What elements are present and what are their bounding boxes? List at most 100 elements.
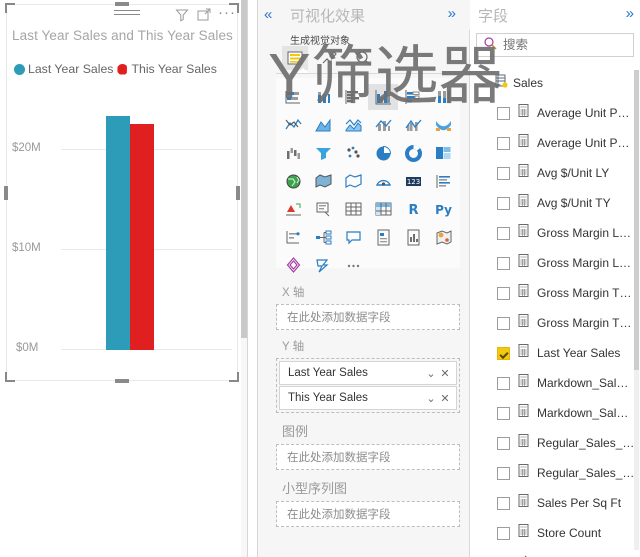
field-row[interactable]: Avg $/Unit TY (470, 188, 640, 218)
resize-handle-top[interactable] (115, 2, 129, 6)
remove-field-icon[interactable]: ✕ (438, 367, 452, 380)
tab-analytics[interactable] (350, 46, 376, 70)
resize-handle-bottom-right[interactable] (229, 372, 239, 382)
field-row[interactable]: Markdown_Sal… (470, 368, 640, 398)
field-checkbox[interactable] (497, 316, 510, 330)
gallery-item-smart-narrative[interactable] (368, 224, 398, 250)
gallery-item-100-percent-stacked-bar-chart[interactable] (398, 84, 428, 110)
resize-handle-top-right[interactable] (229, 3, 239, 13)
field-row[interactable]: Markdown_Sal… (470, 398, 640, 428)
expand-pane-icon[interactable]: » (448, 5, 456, 22)
field-row[interactable]: Gross Margin L… (470, 218, 640, 248)
gallery-item-ribbon-chart[interactable] (428, 112, 458, 138)
drag-handle-icon[interactable] (114, 10, 140, 18)
field-row[interactable]: Sales Per Sq Ft (470, 488, 640, 518)
gallery-item-line-and-clustered-column-chart[interactable] (398, 112, 428, 138)
gallery-item-qna[interactable] (338, 224, 368, 250)
gallery-item-power-automate-visual[interactable] (308, 252, 338, 278)
gallery-item-stacked-area-chart[interactable] (338, 112, 368, 138)
gallery-item-python-visual[interactable]: Py (428, 196, 458, 222)
legend-item-1[interactable]: This Year Sales (117, 62, 217, 76)
legend-item-0[interactable]: Last Year Sales (14, 62, 113, 76)
gallery-item-multi-row-card[interactable] (428, 168, 458, 194)
resize-handle-top-left[interactable] (5, 3, 15, 13)
gallery-item-power-apps-visual[interactable] (278, 252, 308, 278)
gallery-item-map[interactable] (278, 168, 308, 194)
gallery-item-card[interactable]: 123 (398, 168, 428, 194)
gallery-item-scatter-chart[interactable] (338, 140, 368, 166)
bar-chart-visual[interactable]: ··· Last Year Sales and This Year Sales … (4, 2, 240, 383)
gallery-item-stacked-bar-chart[interactable] (278, 84, 308, 110)
y-axis-field-last-year-sales[interactable]: Last Year Sales ⌄ ✕ (279, 361, 457, 385)
filter-icon[interactable] (174, 7, 190, 23)
field-row[interactable]: Avg $/Unit LY (470, 158, 640, 188)
well-dropzone-x-axis[interactable]: 在此处添加数据字段 (276, 304, 460, 330)
resize-handle-bottom[interactable] (115, 379, 129, 383)
gallery-item-line-chart[interactable] (278, 112, 308, 138)
field-row[interactable]: Gross Margin T… (470, 308, 640, 338)
field-row[interactable]: Last Year Sales (470, 338, 640, 368)
fields-expand-icon[interactable]: » (626, 5, 634, 22)
fields-vertical-scrollbar[interactable] (634, 70, 639, 550)
gallery-item-more-visuals[interactable] (338, 252, 368, 278)
search-box[interactable] (476, 33, 634, 57)
chart-legend[interactable]: Last Year Sales This Year Sales (14, 60, 217, 78)
gallery-item-arcgis-map[interactable] (428, 224, 458, 250)
field-checkbox[interactable] (497, 346, 510, 360)
visualizations-pane[interactable]: « 可视化效果 » 生成视觉对象 123 R Py X 轴 在此处添加数据字段 … (258, 0, 470, 557)
gallery-item-shape-map[interactable] (338, 168, 368, 194)
field-row[interactable]: ⌄This Year Sales (470, 548, 640, 557)
chevron-down-icon[interactable]: ⌄ (478, 77, 489, 90)
field-row-container[interactable]: Average Unit P… Average Unit P… Avg $/Unit… (470, 98, 640, 557)
resize-handle-left[interactable] (4, 186, 8, 200)
tab-format-visual[interactable] (316, 46, 342, 70)
field-checkbox[interactable] (497, 286, 510, 300)
field-row[interactable]: Regular_Sales_… (470, 458, 640, 488)
gallery-item-slicer[interactable] (308, 196, 338, 222)
bar-last-year-sales[interactable] (106, 116, 130, 350)
y-axis-field-this-year-sales[interactable]: This Year Sales ⌄ ✕ (279, 386, 457, 410)
chevron-down-icon[interactable]: ⌄ (424, 367, 438, 380)
chart-plot-area[interactable]: $20M $10M $0M (6, 100, 238, 362)
gallery-item-line-and-stacked-column-chart[interactable] (368, 112, 398, 138)
visual-type-gallery[interactable]: 123 R Py (276, 78, 460, 273)
gallery-item-100-percent-stacked-column-chart[interactable] (428, 84, 458, 110)
gallery-item-stacked-column-chart[interactable] (308, 84, 338, 110)
gallery-item-azure-map[interactable] (368, 168, 398, 194)
bar-this-year-sales[interactable] (130, 124, 154, 350)
search-input[interactable] (503, 38, 623, 52)
gallery-item-clustered-column-chart[interactable] (368, 84, 398, 110)
resize-handle-right[interactable] (236, 186, 240, 200)
gallery-item-filled-map[interactable] (308, 168, 338, 194)
gallery-item-funnel-chart[interactable] (308, 140, 338, 166)
gallery-item-treemap[interactable] (428, 140, 458, 166)
tab-build-visual[interactable] (282, 46, 308, 70)
well-dropzone-legend[interactable]: 在此处添加数据字段 (276, 444, 460, 470)
gallery-item-decomposition-tree[interactable] (308, 224, 338, 250)
field-row[interactable]: Regular_Sales_… (470, 428, 640, 458)
fields-pane[interactable]: 字段 » ⌄ Sa (470, 0, 640, 557)
field-checkbox[interactable] (497, 376, 510, 390)
field-checkbox[interactable] (497, 226, 510, 240)
gallery-item-pie-chart[interactable] (368, 140, 398, 166)
field-checkbox[interactable] (497, 106, 510, 120)
fields-scroll-thumb[interactable] (634, 70, 639, 370)
fields-tree[interactable]: ⌄ Sales Average Unit P… Average Unit P… Av… (470, 68, 640, 557)
focus-mode-icon[interactable] (196, 7, 212, 23)
field-checkbox[interactable] (497, 436, 510, 450)
gallery-item-donut-chart[interactable] (398, 140, 428, 166)
gallery-item-area-chart[interactable] (308, 112, 338, 138)
gallery-item-table[interactable] (338, 196, 368, 222)
field-checkbox[interactable] (497, 256, 510, 270)
gallery-item-key-influencers[interactable] (278, 224, 308, 250)
field-row[interactable]: Gross Margin L… (470, 248, 640, 278)
field-checkbox[interactable] (497, 496, 510, 510)
fields-table-sales[interactable]: ⌄ Sales (470, 68, 640, 98)
report-canvas[interactable]: ··· Last Year Sales and This Year Sales … (0, 0, 247, 557)
gallery-item-r-script-visual[interactable]: R (398, 196, 428, 222)
field-row[interactable]: Average Unit P… (470, 98, 640, 128)
well-dropzone-y-axis[interactable]: Last Year Sales ⌄ ✕ This Year Sales ⌄ ✕ (276, 358, 460, 413)
collapse-pane-icon[interactable]: « (264, 6, 272, 23)
field-checkbox[interactable] (497, 466, 510, 480)
remove-field-icon[interactable]: ✕ (438, 392, 452, 405)
